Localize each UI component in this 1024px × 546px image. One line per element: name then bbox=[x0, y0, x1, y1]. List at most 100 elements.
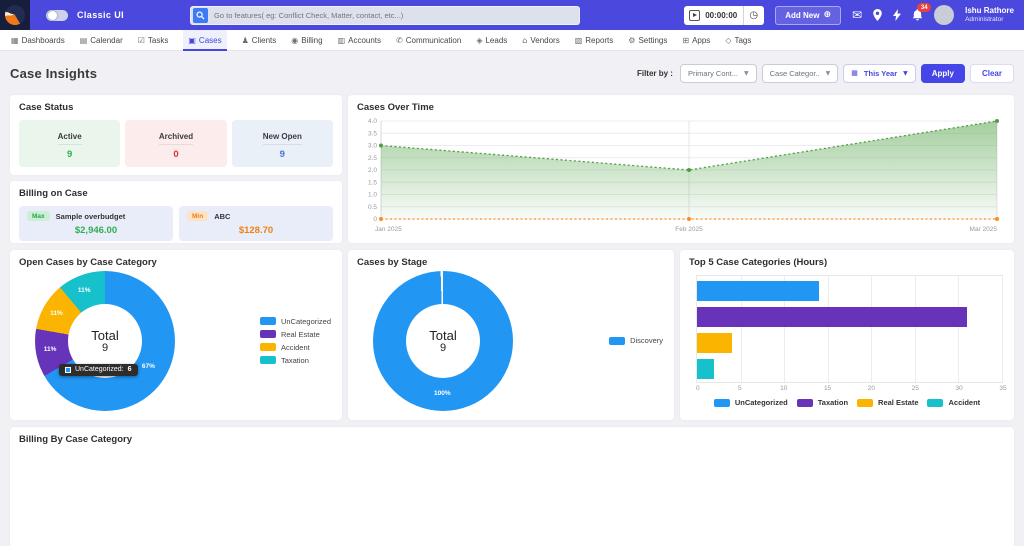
x-tick-label: 20 bbox=[868, 385, 875, 392]
tile-label-text: Active bbox=[58, 132, 82, 145]
case-status-card: Case Status Active9Archived0New Open9 bbox=[10, 95, 342, 175]
legend-item-discovery[interactable]: Discovery bbox=[609, 336, 663, 345]
billing-item-amount: $128.70 bbox=[187, 225, 325, 236]
cases-by-stage-donut-chart: Total 9 100% bbox=[373, 271, 513, 411]
global-search[interactable] bbox=[190, 6, 580, 25]
timer-play-button[interactable] bbox=[689, 10, 700, 21]
tooltip-value: 6 bbox=[128, 366, 132, 373]
timer-widget[interactable]: 00:00:00 ◷ bbox=[684, 6, 764, 25]
bar-chart-x-axis: 05101520253035 bbox=[696, 385, 1003, 394]
legend-item-accident[interactable]: Accident bbox=[260, 343, 331, 352]
nav-item-clients[interactable]: ♟Clients bbox=[242, 30, 277, 51]
tile-value: 9 bbox=[232, 149, 333, 160]
billing-item-amount: $2,946.00 bbox=[27, 225, 165, 236]
add-new-button[interactable]: Add New ⊕ bbox=[775, 6, 841, 25]
nav-item-label: Dashboards bbox=[22, 36, 65, 45]
billing-item-max: Max Sample overbudget $2,946.00 bbox=[19, 206, 173, 241]
donut-total-value: 9 bbox=[440, 342, 446, 354]
bar-uncategorized[interactable] bbox=[697, 281, 819, 301]
legend-item-taxation[interactable]: Taxation bbox=[797, 398, 848, 407]
apps-icon: ⊞ bbox=[682, 36, 689, 45]
case-category-dropdown[interactable]: Case Categor.. ▼ bbox=[762, 64, 839, 83]
calendar-icon: ▦ bbox=[851, 69, 858, 77]
nav-item-calendar[interactable]: ▤Calendar bbox=[80, 30, 123, 51]
legend-item-accident[interactable]: Accident bbox=[927, 398, 980, 407]
billing-on-case-title: Billing on Case bbox=[19, 188, 333, 199]
tile-label-text: Archived bbox=[159, 132, 193, 145]
tooltip-swatch bbox=[65, 367, 71, 373]
nav-item-apps[interactable]: ⊞Apps bbox=[682, 30, 710, 51]
app-logo[interactable] bbox=[0, 0, 30, 30]
nav-item-leads[interactable]: ◈Leads bbox=[476, 30, 507, 51]
legend-swatch bbox=[927, 399, 943, 407]
nav-item-dashboards[interactable]: ▦Dashboards bbox=[11, 30, 65, 51]
clear-button[interactable]: Clear bbox=[970, 64, 1014, 83]
tile-label-text: New Open bbox=[263, 132, 302, 145]
user-avatar[interactable] bbox=[934, 5, 954, 25]
notifications-bell-icon[interactable]: 34 bbox=[912, 9, 923, 21]
cases-over-time-card: Cases Over Time 4.03.53.02.52.01.51.00.5… bbox=[348, 95, 1014, 243]
nav-item-billing[interactable]: ◉Billing bbox=[291, 30, 322, 51]
legend-item-real-estate[interactable]: Real Estate bbox=[260, 330, 331, 339]
legend-swatch bbox=[797, 399, 813, 407]
tile-value: 9 bbox=[19, 149, 120, 160]
x-tick-label: 5 bbox=[738, 385, 742, 392]
status-tile-archived: Archived0 bbox=[125, 120, 226, 167]
billing-icon: ◉ bbox=[291, 36, 298, 45]
legend-label: UnCategorized bbox=[281, 317, 331, 326]
search-icon[interactable] bbox=[193, 8, 208, 23]
billing-by-category-card: Billing By Case Category bbox=[10, 427, 1014, 546]
tasks-icon: ☑ bbox=[138, 36, 145, 45]
leads-icon: ◈ bbox=[476, 36, 482, 45]
legend-label: Real Estate bbox=[878, 398, 918, 407]
billing-item-name: Sample overbudget bbox=[56, 212, 126, 221]
location-pin-icon[interactable] bbox=[873, 9, 882, 21]
top5-legend: UnCategorized Taxation Real Estate Accident bbox=[689, 398, 1005, 407]
tags-icon: ◇ bbox=[725, 36, 731, 45]
open-cases-by-category-card: Open Cases by Case Category Total 9 UnCa… bbox=[10, 250, 342, 420]
lightning-bolt-icon[interactable] bbox=[893, 9, 901, 21]
period-dropdown[interactable]: ▦ This Year ▼ bbox=[843, 64, 915, 83]
bar-real-estate[interactable] bbox=[697, 333, 732, 353]
nav-item-label: Cases bbox=[199, 36, 222, 45]
nav-item-tasks[interactable]: ☑Tasks bbox=[138, 30, 169, 51]
mail-icon[interactable]: ✉ bbox=[852, 8, 862, 22]
add-new-label: Add New bbox=[785, 11, 819, 20]
legend-item-uncategorized[interactable]: UnCategorized bbox=[714, 398, 788, 407]
primary-contact-dropdown[interactable]: Primary Cont... ▼ bbox=[680, 64, 757, 83]
search-input[interactable] bbox=[208, 11, 577, 20]
x-tick-label: 10 bbox=[780, 385, 787, 392]
nav-item-cases[interactable]: ▣Cases bbox=[183, 30, 226, 51]
stopwatch-icon[interactable]: ◷ bbox=[743, 6, 763, 25]
legend-swatch bbox=[260, 330, 276, 338]
nav-item-label: Calendar bbox=[90, 36, 122, 45]
billing-on-case-items: MaxSample overbudget$2,946.00MinABC$128.… bbox=[19, 206, 333, 241]
nav-item-vendors[interactable]: ⌂Vendors bbox=[522, 30, 559, 51]
app-logo-icon bbox=[5, 5, 25, 25]
classic-ui-toggle[interactable] bbox=[46, 10, 68, 21]
nav-item-tags[interactable]: ◇Tags bbox=[725, 30, 751, 51]
chevron-down-icon: ▼ bbox=[744, 70, 749, 77]
nav-item-communication[interactable]: ✆Communication bbox=[396, 30, 461, 51]
bar-accident[interactable] bbox=[697, 359, 714, 379]
svg-text:1.0: 1.0 bbox=[368, 192, 377, 199]
svg-text:1.5: 1.5 bbox=[368, 179, 377, 186]
legend-item-uncategorized[interactable]: UnCategorized bbox=[260, 317, 331, 326]
nav-item-accounts[interactable]: ▥Accounts bbox=[338, 30, 381, 51]
bar-taxation[interactable] bbox=[697, 307, 967, 327]
user-info[interactable]: Ishu Rathore Administrator bbox=[965, 6, 1014, 24]
nav-item-settings[interactable]: ⚙Settings bbox=[628, 30, 667, 51]
legend-item-taxation[interactable]: Taxation bbox=[260, 356, 331, 365]
apply-button[interactable]: Apply bbox=[921, 64, 965, 83]
billing-badge-max: Max bbox=[27, 211, 50, 221]
open-cases-donut-chart: Total 9 UnCategorized: 6 67%11%11%11% bbox=[35, 271, 175, 411]
nav-item-reports[interactable]: ▧Reports bbox=[575, 30, 614, 51]
x-tick-label: 25 bbox=[912, 385, 919, 392]
cases-over-time-chart: 4.03.53.02.52.01.51.00.50Jan 2025Feb 202… bbox=[357, 115, 1005, 240]
svg-text:Jan 2025: Jan 2025 bbox=[375, 226, 402, 233]
content: Case Insights Filter by : Primary Cont..… bbox=[0, 51, 1024, 546]
tooltip-label: UnCategorized: bbox=[75, 366, 124, 373]
chart-tooltip: UnCategorized: 6 bbox=[59, 364, 138, 376]
legend-item-real-estate[interactable]: Real Estate bbox=[857, 398, 918, 407]
main-nav: ▦Dashboards ▤Calendar ☑Tasks ▣Cases ♟Clients… bbox=[0, 30, 1024, 51]
